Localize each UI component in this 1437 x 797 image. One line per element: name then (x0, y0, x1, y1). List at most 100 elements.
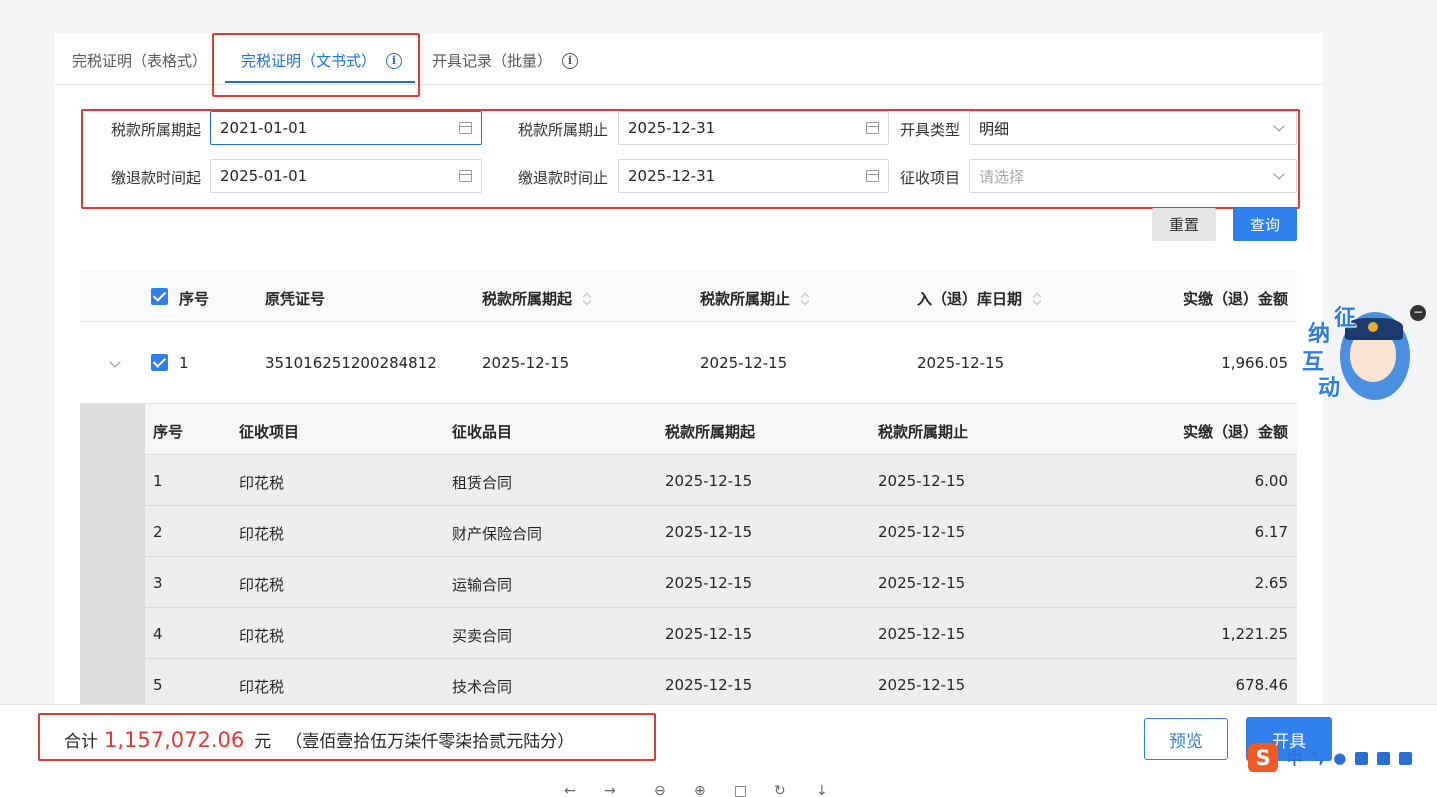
ime-toolbar[interactable]: S 中 °, ● (1246, 742, 1437, 774)
detail-row: 3 印花税 运输合同 2025-12-15 2025-12-15 2.65 (145, 557, 1297, 608)
cap-badge-icon (1368, 322, 1378, 332)
chevron-down-icon (1273, 167, 1285, 180)
download-icon[interactable]: ↓ (816, 784, 828, 797)
issue-type-select[interactable]: 明细 (969, 111, 1297, 145)
pay-time-start-input[interactable]: 2025-01-01 (210, 159, 482, 193)
levy-item-label: 征收项目 (900, 169, 961, 187)
ime-mode[interactable]: 中 (1287, 748, 1302, 769)
cell-period-start: 2025-12-15 (665, 472, 753, 490)
fit-page-icon[interactable]: □ (734, 784, 747, 797)
rotate-icon[interactable]: ↻ (774, 784, 786, 797)
ime-punct[interactable]: °, (1311, 749, 1324, 767)
assistant-widget[interactable]: 征 纳 互 动 − (1300, 300, 1426, 404)
select-all-checkbox[interactable] (151, 288, 168, 305)
col-period-start[interactable]: 税款所属期起 (482, 288, 592, 309)
col-period-start: 税款所属期起 (665, 423, 756, 441)
detail-row: 4 印花税 买卖合同 2025-12-15 2025-12-15 1,221.2… (145, 608, 1297, 659)
sort-icon[interactable] (1032, 292, 1042, 306)
levy-item-select[interactable]: 请选择 (969, 159, 1297, 193)
tax-period-end-label: 税款所属期止 (518, 121, 609, 139)
cell-in-date: 2025-12-15 (917, 354, 1005, 372)
pay-time-end-input[interactable]: 2025-12-31 (618, 159, 889, 193)
chevron-down-icon[interactable] (109, 356, 121, 368)
viewer-toolbar: ← → ⊖ ⊕ □ ↻ ↓ (0, 772, 1437, 797)
assistant-char: 征 (1334, 306, 1357, 331)
col-voucher: 原凭证号 (265, 290, 326, 308)
sort-icon[interactable] (582, 292, 592, 306)
table-header: 序号 原凭证号 税款所属期起 税款所属期止 入（退）库日期 实缴（退）金额 (80, 270, 1297, 322)
tab-bar: 完税证明（表格式） 完税证明（文书式） i 开具记录（批量） i (55, 33, 1323, 85)
cell-amount: 1,221.25 (1221, 625, 1288, 643)
zoom-in-icon[interactable]: ⊕ (694, 784, 706, 797)
tax-period-start-label: 税款所属期起 (111, 121, 202, 139)
sort-icon[interactable] (800, 292, 810, 306)
cell-levy-subitem: 运输合同 (452, 576, 513, 594)
detail-table-header: 序号 征收项目 征收品目 税款所属期起 税款所属期止 实缴（退）金额 (145, 404, 1297, 455)
col-in-date[interactable]: 入（退）库日期 (917, 288, 1042, 309)
calendar-icon[interactable] (866, 122, 879, 134)
select-placeholder: 请选择 (979, 167, 1025, 186)
col-period-end[interactable]: 税款所属期止 (700, 288, 810, 309)
cell-seq: 5 (153, 676, 163, 694)
skin-icon[interactable] (1377, 751, 1391, 765)
cell-levy-item: 印花税 (239, 678, 285, 696)
cell-period-start: 2025-12-15 (665, 625, 753, 643)
tax-period-end-input[interactable]: 2025-12-31 (618, 111, 889, 145)
detail-table: 序号 征收项目 征收品目 税款所属期起 税款所属期止 实缴（退）金额 1 印花税… (80, 404, 1297, 704)
input-value: 2025-01-01 (220, 167, 308, 185)
cell-period-start: 2025-12-15 (665, 676, 753, 694)
sogou-logo-icon[interactable]: S (1248, 743, 1278, 773)
pay-time-start-label: 缴退款时间起 (111, 169, 202, 187)
cell-period-end: 2025-12-15 (878, 472, 966, 490)
tab-issue-records[interactable]: 开具记录（批量） i (432, 50, 579, 71)
cell-amount: 6.17 (1254, 523, 1288, 541)
cell-seq: 1 (179, 354, 189, 372)
table-row[interactable]: 1 351016251200284812 2025-12-15 2025-12-… (80, 322, 1297, 404)
info-icon[interactable]: i (562, 52, 579, 69)
keyboard-icon[interactable] (1355, 751, 1369, 765)
total-summary: 合计 1,157,072.06 元 （壹佰壹拾伍万柒仟零柒拾贰元陆分） (64, 727, 574, 752)
zoom-out-icon[interactable]: ⊖ (654, 784, 666, 797)
active-tab-indicator (225, 81, 415, 83)
reset-button[interactable]: 重置 (1152, 208, 1216, 241)
total-unit: 元 (254, 732, 272, 752)
tab-document-format[interactable]: 完税证明（文书式） i (241, 50, 403, 71)
pay-time-end-label: 缴退款时间止 (518, 169, 609, 187)
calendar-icon[interactable] (866, 170, 879, 182)
cell-period-start: 2025-12-15 (665, 574, 753, 592)
bottom-bar: 合计 1,157,072.06 元 （壹佰壹拾伍万柒仟零柒拾贰元陆分） 预览 开… (0, 704, 1437, 772)
tab-table-format[interactable]: 完税证明（表格式） (72, 50, 207, 71)
cell-period-end: 2025-12-15 (878, 574, 966, 592)
col-levy-item: 征收项目 (239, 423, 300, 441)
cell-amount: 678.46 (1235, 676, 1289, 694)
arrow-left-icon[interactable]: ← (564, 784, 576, 797)
calendar-icon[interactable] (459, 170, 472, 182)
tab-label: 完税证明（表格式） (72, 52, 208, 70)
query-button[interactable]: 查询 (1233, 208, 1297, 241)
grid-icon[interactable] (1399, 751, 1413, 765)
cell-levy-subitem: 技术合同 (452, 678, 513, 696)
detail-row: 5 印花税 技术合同 2025-12-15 2025-12-15 678.46 (145, 659, 1297, 704)
total-amount: 1,157,072.06 (104, 728, 245, 752)
cell-seq: 1 (153, 472, 163, 490)
input-value: 2021-01-01 (220, 119, 308, 137)
cell-period-end: 2025-12-15 (878, 676, 966, 694)
detail-row: 2 印花税 财产保险合同 2025-12-15 2025-12-15 6.17 (145, 506, 1297, 557)
cell-period-start: 2025-12-15 (665, 523, 753, 541)
preview-button[interactable]: 预览 (1144, 718, 1228, 760)
calendar-icon[interactable] (459, 122, 472, 134)
total-amount-chinese: （壹佰壹拾伍万柒仟零柒拾贰元陆分） (285, 732, 575, 752)
col-label: 入（退）库日期 (917, 290, 1023, 308)
info-icon[interactable]: i (386, 52, 403, 69)
tax-period-start-input[interactable]: 2021-01-01 (210, 111, 482, 145)
arrow-right-icon[interactable]: → (604, 784, 616, 797)
close-icon[interactable]: − (1410, 305, 1426, 321)
cell-seq: 2 (153, 523, 163, 541)
row-checkbox[interactable] (151, 354, 168, 371)
cell-amount: 1,966.05 (1221, 354, 1288, 372)
cell-levy-item: 印花税 (239, 576, 285, 594)
input-value: 2025-12-31 (628, 119, 716, 137)
cell-levy-subitem: 买卖合同 (452, 627, 513, 645)
cell-levy-item: 印花税 (239, 474, 285, 492)
microphone-icon[interactable]: ● (1333, 749, 1346, 767)
